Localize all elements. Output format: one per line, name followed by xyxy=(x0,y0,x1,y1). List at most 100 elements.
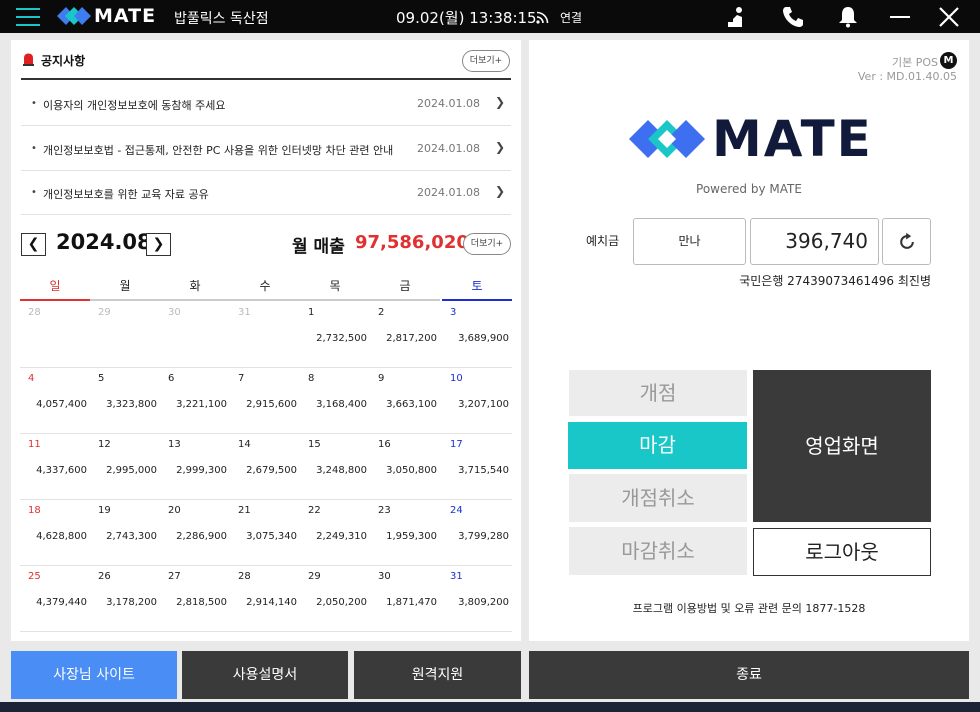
calendar-day-sales: 3,075,340 xyxy=(246,531,297,542)
calendar-day-number: 23 xyxy=(378,505,391,516)
version-label: Ver : MD.01.40.05 xyxy=(857,70,957,83)
calendar-day-cell[interactable]: 19 2,743,300 xyxy=(90,500,160,566)
calendar-day-number: 30 xyxy=(378,571,391,582)
calendar-day-number: 19 xyxy=(98,505,111,516)
weekday-sat: 토 xyxy=(442,276,512,301)
calendar-day-number: 3 xyxy=(450,307,457,318)
calendar-day-cell[interactable]: 7 2,915,600 xyxy=(230,368,300,434)
minimize-icon[interactable] xyxy=(888,5,912,29)
calendar-day-cell[interactable]: 28 2,914,140 xyxy=(230,566,300,632)
sales-more-button[interactable]: 더보기+ xyxy=(463,233,511,255)
calendar-day-number: 7 xyxy=(238,373,245,384)
calendar-day-number: 6 xyxy=(168,373,175,384)
notice-header: 공지사항 더보기+ xyxy=(21,50,511,80)
cancel-open-button[interactable]: 개점취소 xyxy=(569,474,747,522)
calendar-day-number: 9 xyxy=(378,373,385,384)
owner-site-button[interactable]: 사장님 사이트 xyxy=(11,651,177,699)
calendar-day-cell[interactable]: 29 xyxy=(90,302,160,368)
calendar-day-cell[interactable]: 30 1,871,470 xyxy=(370,566,440,632)
weekday-wed: 수 xyxy=(230,276,300,301)
calendar-day-cell[interactable]: 12 2,995,000 xyxy=(90,434,160,500)
calendar-day-cell[interactable]: 9 3,663,100 xyxy=(370,368,440,434)
calendar-day-sales: 2,818,500 xyxy=(176,597,227,608)
account-info: 국민은행 27439073461496 최진병 xyxy=(739,274,931,288)
cancel-close-button[interactable]: 마감취소 xyxy=(569,527,747,575)
notice-more-button[interactable]: 더보기+ xyxy=(462,50,510,72)
menu-icon[interactable] xyxy=(16,8,40,26)
calendar-day-cell[interactable]: 24 3,799,280 xyxy=(442,500,512,566)
user-manual-button[interactable]: 사용설명서 xyxy=(182,651,348,699)
calendar-day-cell[interactable]: 13 2,999,300 xyxy=(160,434,230,500)
calendar-day-cell[interactable]: 5 3,323,800 xyxy=(90,368,160,434)
calendar-day-cell[interactable]: 21 3,075,340 xyxy=(230,500,300,566)
calendar-day-cell[interactable]: 2 2,817,200 xyxy=(370,302,440,368)
refresh-button[interactable] xyxy=(882,218,931,265)
calendar-day-cell[interactable]: 1 2,732,500 xyxy=(300,302,370,368)
calendar-day-cell[interactable]: 30 xyxy=(160,302,230,368)
notice-item[interactable]: • 이용자의 개인정보보호에 동참해 주세요 2024.01.08 ❯ xyxy=(21,82,511,126)
prev-month-button[interactable]: ❮ xyxy=(21,233,46,256)
exit-button[interactable]: 종료 xyxy=(529,651,969,699)
close-icon[interactable] xyxy=(937,5,961,29)
calendar-day-cell[interactable]: 3 3,689,900 xyxy=(442,302,512,368)
calendar-day-cell[interactable]: 22 2,249,310 xyxy=(300,500,370,566)
close-store-button[interactable]: 마감 xyxy=(568,422,747,469)
business-screen-button[interactable]: 영업화면 xyxy=(753,370,931,522)
calendar-day-sales: 2,817,200 xyxy=(386,333,437,344)
calendar-week-row: 28 29 30 31 1 2,732,500 2 2,817,200 3 3,689,900 xyxy=(20,302,512,368)
calendar-day-sales: 4,379,440 xyxy=(36,597,87,608)
calendar-day-cell[interactable]: 25 4,379,440 xyxy=(20,566,90,632)
calendar-day-sales: 3,715,540 xyxy=(458,465,509,476)
bell-icon[interactable] xyxy=(836,5,860,29)
deposit-bank-field: 만나 xyxy=(633,218,746,265)
calendar-day-cell[interactable]: 28 xyxy=(20,302,90,368)
open-store-button[interactable]: 개점 xyxy=(569,370,747,416)
calendar-day-cell[interactable]: 10 3,207,100 xyxy=(442,368,512,434)
mate-logo-icon xyxy=(629,120,705,158)
app-name: MATE xyxy=(94,5,157,27)
logout-button[interactable]: 로그아웃 xyxy=(753,528,931,576)
calendar-day-sales: 2,732,500 xyxy=(316,333,367,344)
calendar-day-cell[interactable]: 29 2,050,200 xyxy=(300,566,370,632)
support-help-text: 프로그램 이용방법 및 오류 관련 문의 1877-1528 xyxy=(632,602,866,615)
calendar-day-sales: 1,959,300 xyxy=(386,531,437,542)
bullet: • xyxy=(31,187,37,198)
calendar-day-number: 18 xyxy=(28,505,41,516)
calendar-day-sales: 3,168,400 xyxy=(316,399,367,410)
calendar-day-sales: 2,050,200 xyxy=(316,597,367,608)
calendar-day-sales: 3,050,800 xyxy=(386,465,437,476)
calendar-day-cell[interactable]: 18 4,628,800 xyxy=(20,500,90,566)
calendar-day-cell[interactable]: 16 3,050,800 xyxy=(370,434,440,500)
wifi-icon xyxy=(536,11,549,24)
calendar-day-cell[interactable]: 15 3,248,800 xyxy=(300,434,370,500)
calendar-day-number: 15 xyxy=(308,439,321,450)
calendar-day-cell[interactable]: 20 2,286,900 xyxy=(160,500,230,566)
datetime: 09.02(월) 13:38:15 xyxy=(396,9,537,27)
calendar-day-cell[interactable]: 31 xyxy=(230,302,300,368)
calendar-day-cell[interactable]: 26 3,178,200 xyxy=(90,566,160,632)
calendar-day-cell[interactable]: 4 4,057,400 xyxy=(20,368,90,434)
remote-support-button[interactable]: 원격지원 xyxy=(354,651,521,699)
calendar-day-cell[interactable]: 14 2,679,500 xyxy=(230,434,300,500)
calendar-day-cell[interactable]: 31 3,809,200 xyxy=(442,566,512,632)
calendar-day-number: 22 xyxy=(308,505,321,516)
phone-icon[interactable] xyxy=(781,5,805,29)
month-label: 2024.08 xyxy=(56,230,152,254)
notice-item[interactable]: • 개인정보보호법 - 접근통제, 안전한 PC 사용을 위한 인터넷망 차단 … xyxy=(21,127,511,171)
calendar-day-cell[interactable]: 23 1,959,300 xyxy=(370,500,440,566)
notice-item[interactable]: • 개인정보보호를 위한 교육 자료 공유 2024.01.08 ❯ xyxy=(21,171,511,215)
calendar-day-number: 25 xyxy=(28,571,41,582)
calendar-day-sales: 2,915,600 xyxy=(246,399,297,410)
next-month-button[interactable]: ❯ xyxy=(146,233,171,256)
calendar-day-cell[interactable]: 27 2,818,500 xyxy=(160,566,230,632)
calendar-day-cell[interactable]: 17 3,715,540 xyxy=(442,434,512,500)
calendar-day-cell[interactable]: 6 3,221,100 xyxy=(160,368,230,434)
calendar-day-cell[interactable]: 11 4,337,600 xyxy=(20,434,90,500)
calendar-day-sales: 3,323,800 xyxy=(106,399,157,410)
person-icon[interactable] xyxy=(724,5,748,29)
calendar-day-number: 4 xyxy=(28,373,35,384)
calendar-day-number: 5 xyxy=(98,373,105,384)
calendar-day-number: 2 xyxy=(378,307,385,318)
calendar-day-cell[interactable]: 8 3,168,400 xyxy=(300,368,370,434)
chevron-right-icon: ❯ xyxy=(495,95,506,109)
